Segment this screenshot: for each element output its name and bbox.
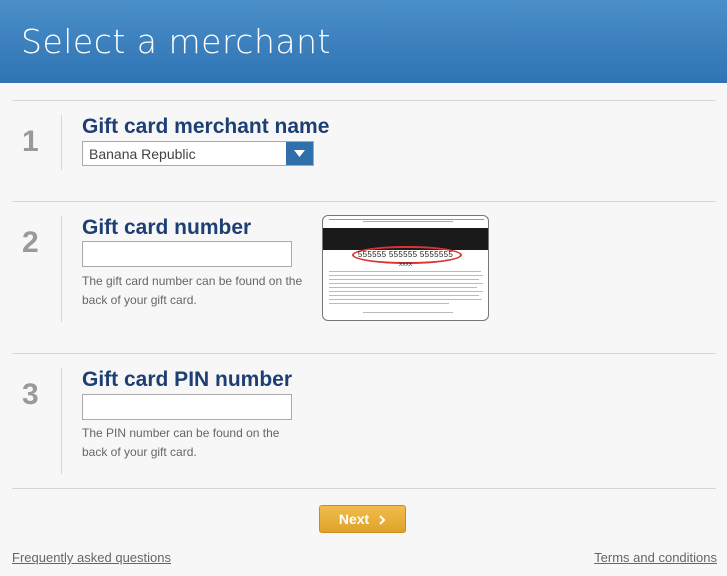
step-3-number: 3 [22,378,39,411]
divider [12,488,716,489]
card-fine-print [329,303,449,304]
card-fine-print [363,312,453,313]
pin-number-help: The PIN number can be found on the back … [82,426,280,459]
card-fine-print [329,271,481,272]
pin-number-input[interactable] [82,394,292,420]
sample-card-number: 555555 555555 5555555 [357,250,454,259]
card-fine-print [329,299,482,300]
divider [12,100,716,101]
next-button[interactable]: Next [319,505,406,533]
terms-link[interactable]: Terms and conditions [594,550,717,565]
card-fine-print [329,283,483,284]
card-number-heading: Gift card number [82,216,252,239]
gift-card-back-image: 555555 555555 5555555 XXXX [322,215,489,321]
merchant-select-value: Banana Republic [89,146,196,162]
step-2-number: 2 [22,226,39,259]
card-number-input[interactable] [82,241,292,267]
card-fine-print [329,275,483,276]
step-divider [61,115,62,170]
page-title: Select a merchant [21,22,331,61]
divider [12,201,716,202]
caret-down-icon [294,150,305,157]
divider [12,353,716,354]
card-fine-print [329,295,479,296]
sample-card-sub: XXXX [398,262,413,268]
step-divider [61,368,62,474]
card-number-help: The gift card number can be found on the… [82,274,303,307]
card-fine-print [363,221,453,222]
page-header: Select a merchant [0,0,727,83]
merchant-select[interactable]: Banana Republic [82,141,314,166]
merchant-name-heading: Gift card merchant name [82,115,330,138]
card-fine-print [329,279,479,280]
step-divider [61,216,62,322]
card-fine-print [329,291,483,292]
card-fine-print [329,287,477,288]
next-button-label: Next [338,511,370,527]
step-1-number: 1 [22,125,39,158]
chevron-right-icon [379,507,386,533]
select-dropdown-button[interactable] [286,142,313,165]
pin-number-heading: Gift card PIN number [82,368,293,391]
faq-link[interactable]: Frequently asked questions [12,550,171,565]
